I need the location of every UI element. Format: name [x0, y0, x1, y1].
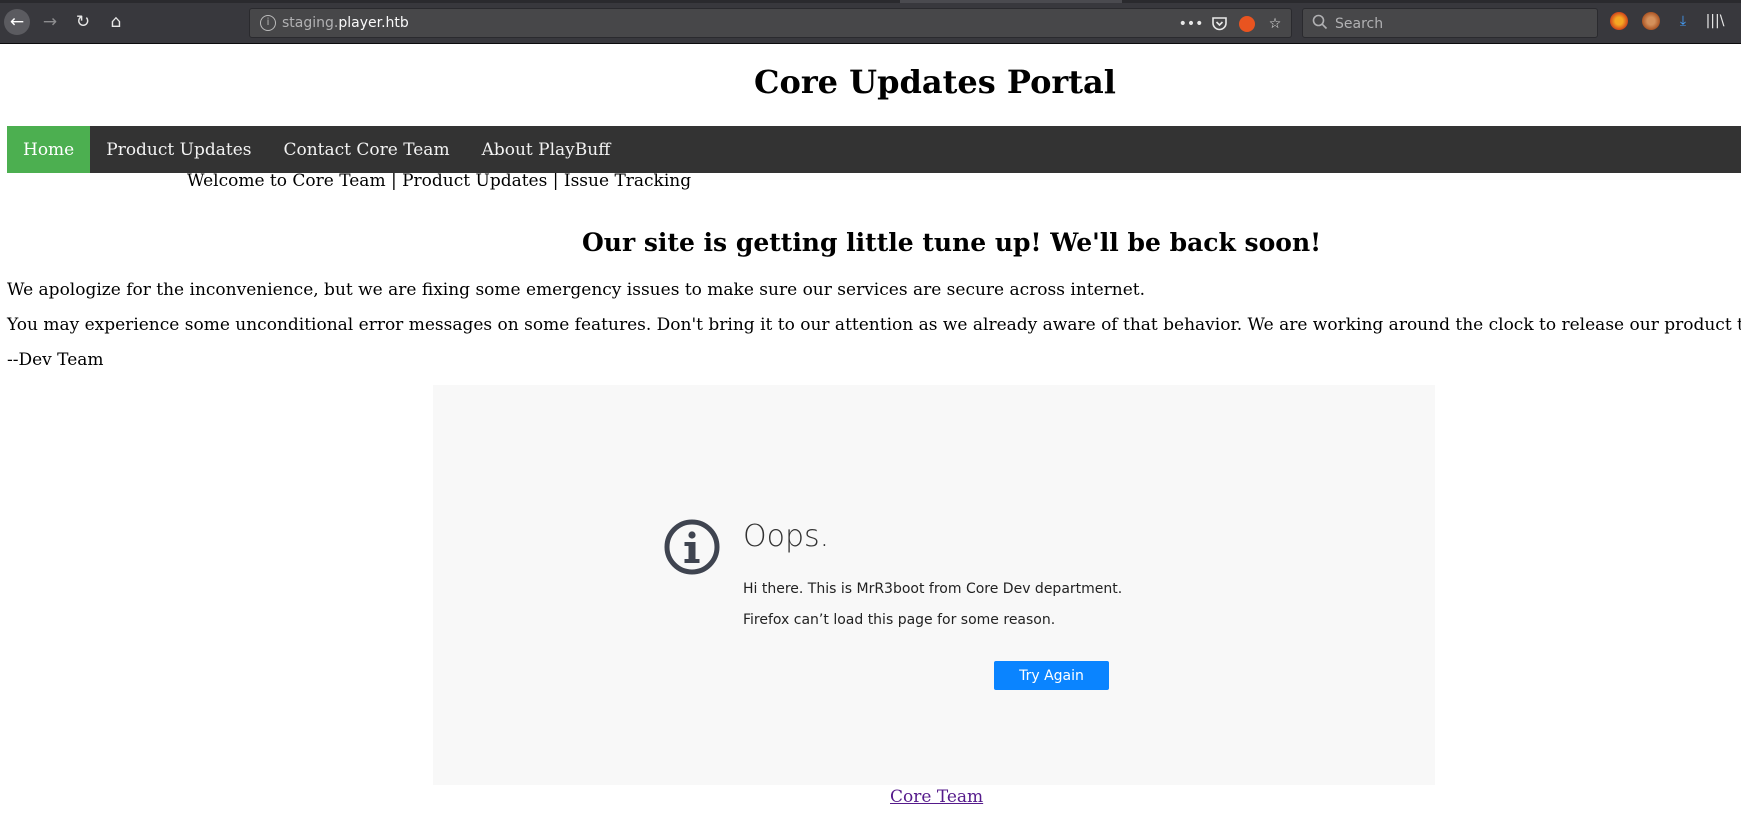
forward-icon[interactable]: → [37, 9, 63, 35]
nav-home[interactable]: Home [7, 126, 91, 173]
error-title: Oops. [743, 519, 830, 554]
welcome-marquee: Welcome to Core Team | Product Updates |… [187, 171, 692, 191]
extension-icon[interactable] [1642, 12, 1660, 30]
url-bar-actions: ••• ☆ [1179, 13, 1283, 35]
error-iframe: Oops. Hi there. This is MrR3boot from Co… [433, 385, 1435, 785]
errors-paragraph: You may experience some unconditional er… [7, 315, 1741, 335]
nav-product-updates[interactable]: Product Updates [90, 126, 267, 173]
more-icon[interactable]: ••• [1179, 16, 1204, 32]
download-icon[interactable]: ⤓ [1674, 12, 1692, 30]
signature: --Dev Team [7, 350, 104, 370]
search-bar[interactable] [1302, 8, 1598, 38]
tab-indicator[interactable] [900, 0, 1122, 3]
library-icon[interactable]: |||\ [1706, 12, 1725, 30]
url-host: player.htb [338, 15, 409, 31]
back-icon[interactable]: ← [4, 9, 30, 35]
page-content: Core Updates Portal Home Product Updates… [0, 45, 1741, 819]
apology-paragraph: We apologize for the inconvenience, but … [7, 280, 1146, 300]
toolbar-extensions: ⤓ |||\ [1610, 12, 1724, 30]
extension-icon[interactable] [1610, 12, 1628, 30]
browser-toolbar: ← → ↻ ⌂ i staging.player.htb ••• ☆ ⤓ |||… [0, 0, 1741, 44]
main-nav: Home Product Updates Contact Core Team A… [7, 126, 1741, 173]
core-team-link[interactable]: Core Team [890, 787, 983, 807]
try-again-button[interactable]: Try Again [994, 661, 1109, 690]
url-prefix: staging. [282, 15, 339, 31]
error-message-1: Hi there. This is MrR3boot from Core Dev… [743, 581, 1123, 597]
error-message-2: Firefox can’t load this page for some re… [743, 612, 1056, 628]
url-text[interactable]: staging.player.htb [282, 15, 409, 31]
search-icon [1312, 14, 1328, 30]
search-input[interactable] [1333, 11, 1587, 37]
site-header: Core Updates Portal [0, 63, 1741, 113]
nav-about-playbuff[interactable]: About PlayBuff [466, 126, 627, 173]
home-icon[interactable]: ⌂ [103, 9, 129, 35]
site-title: Core Updates Portal [754, 63, 1116, 101]
footer: Core Team [890, 787, 983, 807]
ubuntu-icon[interactable] [1239, 16, 1255, 32]
bookmark-star-icon[interactable]: ☆ [1267, 16, 1283, 32]
info-icon[interactable]: i [260, 15, 276, 31]
maintenance-headline: Our site is getting little tune up! We'l… [582, 228, 1322, 257]
tab-strip-edge [0, 0, 1741, 3]
pocket-icon[interactable] [1211, 17, 1227, 31]
nav-contact-core-team[interactable]: Contact Core Team [267, 126, 465, 173]
url-bar[interactable]: i staging.player.htb ••• ☆ [249, 8, 1292, 38]
info-circle-icon [664, 519, 720, 575]
reload-icon[interactable]: ↻ [70, 9, 96, 35]
